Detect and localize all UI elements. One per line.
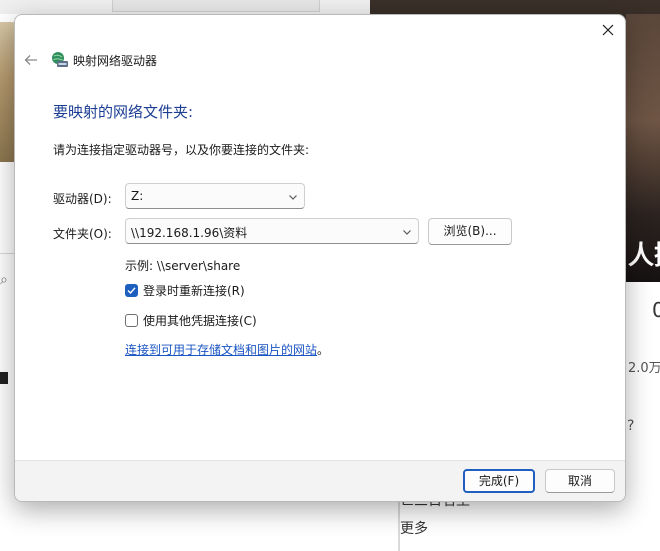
background-divider (0, 253, 14, 254)
other-credentials-checkbox-row[interactable]: 使用其他凭据连接(C) (125, 312, 257, 328)
browse-button[interactable]: 浏览(B)... (428, 218, 512, 245)
background-question-mark: ? (627, 418, 635, 434)
instruction-text: 请为连接指定驱动器号，以及你要连接的文件夹: (53, 143, 310, 157)
network-drive-icon (52, 52, 68, 67)
close-button[interactable] (597, 19, 619, 41)
background-video-caption: 人捌 (628, 241, 660, 271)
dialog-title: 映射网络驱动器 (73, 54, 158, 68)
background-tab (112, 0, 320, 12)
close-icon (602, 24, 614, 36)
background-left-image (0, 22, 14, 162)
example-text: 示例: \\server\share (125, 259, 241, 273)
dialog-footer: 完成(F) 取消 (15, 460, 625, 501)
background-view-count: 2.0万 (628, 361, 660, 376)
storage-website-link[interactable]: 连接到可用于存储文档和图片的网站 (125, 343, 317, 357)
folder-label: 文件夹(O): (53, 227, 112, 241)
back-button[interactable] (21, 51, 41, 69)
drive-select[interactable]: Z: (125, 183, 305, 209)
drive-label: 驱动器(D): (53, 192, 112, 206)
map-network-drive-dialog: 映射网络驱动器 要映射的网络文件夹: 请为连接指定驱动器号，以及你要连接的文件夹… (14, 14, 626, 502)
chevron-down-icon (289, 195, 297, 200)
background-more-link[interactable]: 更多 (400, 518, 428, 538)
dialog-title-bar: 映射网络驱动器 (15, 45, 625, 75)
chevron-down-icon (403, 230, 411, 235)
background-left-icon: ⌕ (0, 272, 8, 288)
background-number: 0 (652, 298, 660, 322)
other-credentials-label: 使用其他凭据连接(C) (143, 313, 257, 328)
checkmark-icon (127, 286, 136, 294)
reconnect-checkbox-row[interactable]: 登录时重新连接(R) (125, 282, 245, 298)
reconnect-label: 登录时重新连接(R) (143, 283, 245, 298)
reconnect-checkbox[interactable] (125, 283, 138, 297)
page-heading: 要映射的网络文件夹: (53, 103, 194, 121)
drive-select-value: Z: (131, 189, 144, 203)
link-period: 。 (317, 343, 330, 357)
background-left-mark (0, 372, 8, 384)
storage-website-link-row: 连接到可用于存储文档和图片的网站。 (125, 341, 329, 358)
finish-button[interactable]: 完成(F) (463, 469, 535, 493)
back-arrow-icon (24, 55, 37, 65)
folder-combobox[interactable]: \\192.168.1.96\资料 (125, 218, 419, 244)
other-credentials-checkbox[interactable] (125, 313, 138, 327)
folder-path-value: \\192.168.1.96\资料 (131, 226, 248, 240)
cancel-button[interactable]: 取消 (545, 469, 615, 493)
